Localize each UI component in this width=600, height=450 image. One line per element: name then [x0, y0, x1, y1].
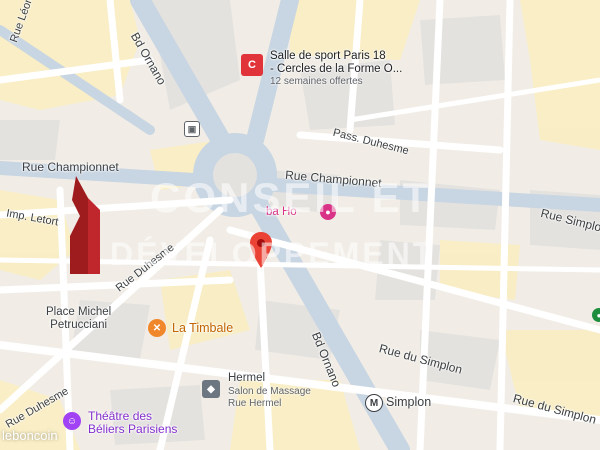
- source-watermark: leboncoin: [2, 428, 58, 443]
- gym-subtitle: 12 semaines offertes: [270, 76, 363, 87]
- theatre-label[interactable]: Théâtre des Béliers Parisiens: [88, 410, 177, 436]
- street-rue-championnet-label: Rue Championnet: [22, 160, 119, 174]
- map-canvas[interactable]: Rue Léon Bd Ornano Pass. Duhesme Rue Cha…: [0, 0, 600, 450]
- watermark-line-2: DÉVELOPPEMENT: [110, 236, 436, 272]
- watermark-line-1: CONSEIL ET: [150, 174, 432, 221]
- bus-icon[interactable]: ▣: [184, 121, 200, 137]
- hermel-subtitle: Salon de Massage Rue Hermel: [228, 386, 311, 409]
- gym-icon[interactable]: C: [241, 54, 263, 76]
- agency-logo-icon: [70, 176, 100, 274]
- place-michel-label: Place Michel Petrucciani: [46, 306, 112, 331]
- spa-icon[interactable]: ◆: [202, 380, 220, 398]
- gym-title[interactable]: Salle de sport Paris 18 - Cercles de la …: [270, 50, 402, 76]
- theatre-masks-icon[interactable]: ☺: [63, 412, 81, 430]
- green-marker-icon[interactable]: ●: [592, 308, 600, 322]
- fork-knife-icon[interactable]: ✕: [148, 319, 166, 337]
- simplon-station-label[interactable]: Simplon: [386, 396, 431, 409]
- metro-icon[interactable]: M: [365, 394, 383, 412]
- la-timbale-label[interactable]: La Timbale: [172, 322, 233, 335]
- hermel-title[interactable]: Hermel: [228, 372, 265, 385]
